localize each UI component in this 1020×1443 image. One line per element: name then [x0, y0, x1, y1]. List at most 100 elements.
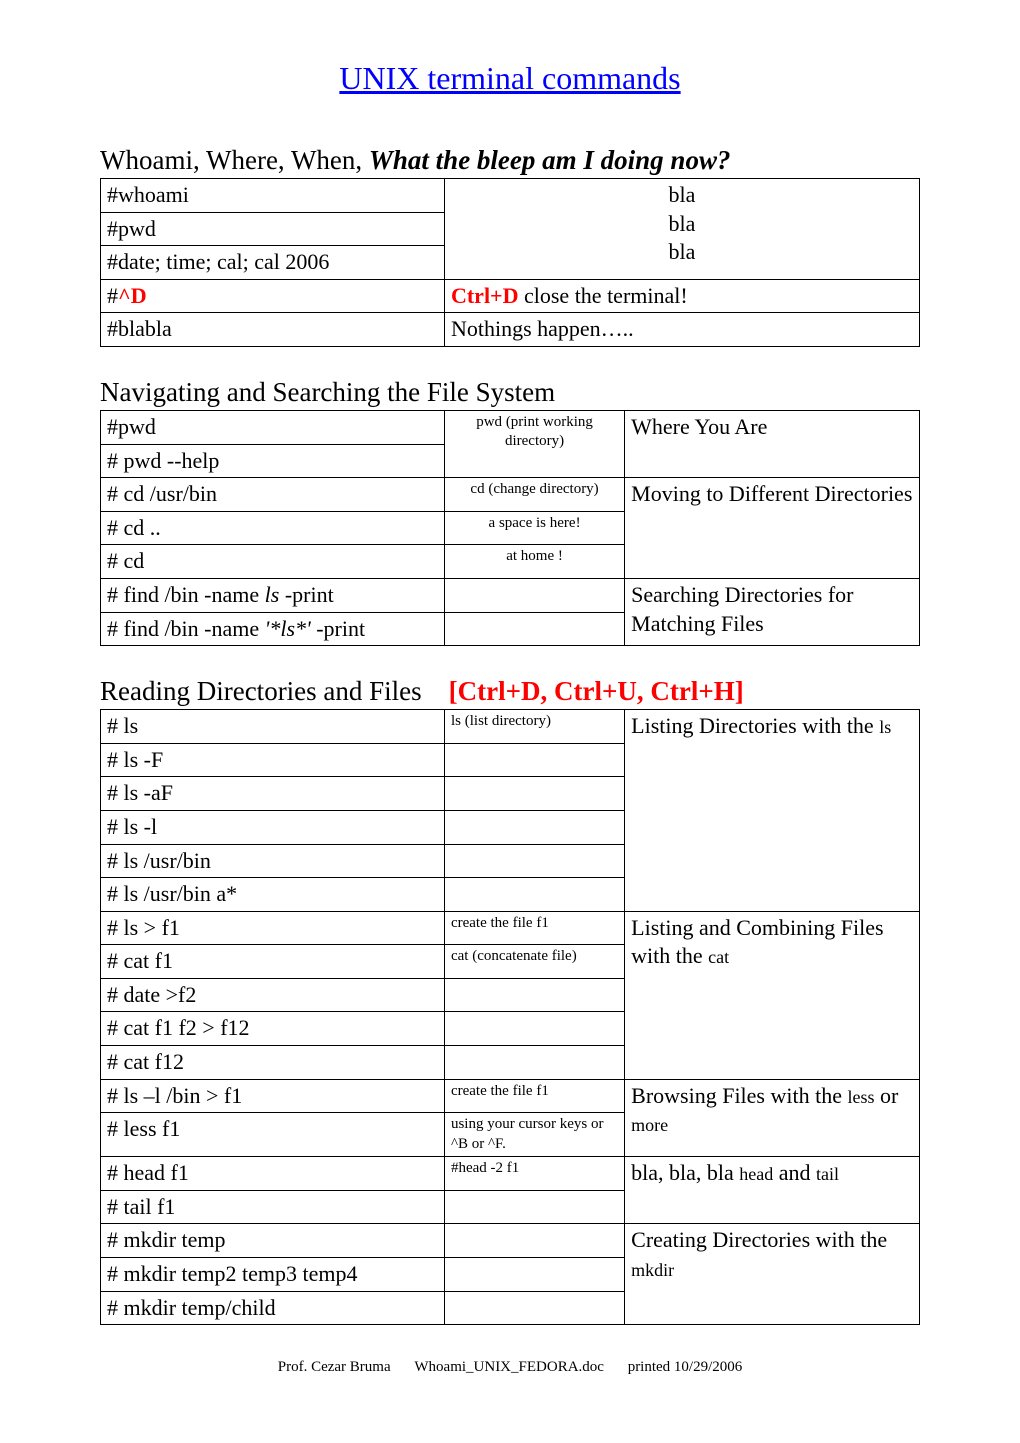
note-cd-mono: cd	[470, 481, 484, 497]
desc-mkdir: Creating Directories with the mkdir	[625, 1224, 920, 1325]
table-read: # ls ls (list directory) Listing Directo…	[100, 709, 920, 1325]
note-cat-mono: cat	[451, 948, 468, 964]
footer-author: Prof. Cezar Bruma	[278, 1359, 391, 1375]
ctrld-desc-rest: close the terminal!	[518, 283, 687, 308]
note-find2	[444, 612, 624, 646]
cmd-lsusr: # ls /usr/bin	[101, 844, 445, 878]
desc-ctrld: Ctrl+D close the terminal!	[444, 279, 919, 313]
cmd-find2: # find /bin -name '*ls*' -print	[101, 612, 445, 646]
table-whoami: #whoami #pwd #date; time; cal; cal 2006 …	[100, 178, 920, 347]
cmd-mkdir2: # mkdir temp2 temp3 temp4	[101, 1258, 445, 1292]
note-cursor: using your cursor keys or ^B or ^F.	[444, 1113, 624, 1157]
ht-d: tail	[816, 1164, 839, 1184]
cmd-tailf1: # tail f1	[101, 1190, 445, 1224]
desc-searching: Searching Directories for Matching Files	[625, 578, 920, 645]
section2-heading: Navigating and Searching the File System	[100, 377, 920, 408]
desc-headtail: bla, bla, bla head and tail	[625, 1157, 920, 1224]
note-mkdir3	[444, 1291, 624, 1325]
cmd-catf1: # cat f1	[101, 945, 445, 979]
table-nav: #pwd pwd (print working directory) Where…	[100, 410, 920, 646]
page-title: UNIX terminal commands	[100, 60, 920, 97]
cmd-ctrld: #^D	[101, 279, 445, 313]
cmd-lslbin: # ls –l /bin > f1	[101, 1079, 445, 1113]
note-catf12	[444, 1046, 624, 1080]
desc-moving: Moving to Different Directories	[625, 478, 920, 579]
desc-where: Where You Are	[625, 410, 920, 477]
note-pwd-mono: pwd	[476, 414, 502, 430]
note-cat-rest: (concatenate file)	[468, 948, 576, 964]
cmd-catf12: # cat f12	[101, 1046, 445, 1080]
desc-combine: Listing and Combining Files with the cat	[625, 911, 920, 1079]
cmd-lsl: # ls -l	[101, 810, 445, 844]
note-lsF	[444, 743, 624, 777]
section3-heading-extra: [Ctrl+D, Ctrl+U, Ctrl+H]	[449, 676, 744, 706]
listing-a: Listing Directories with the	[631, 713, 879, 738]
note-createf1: create the file f1	[444, 911, 624, 945]
section1-heading-em: What the bleep am I doing now?	[369, 145, 731, 175]
footer-file: Whoami_UNIX_FEDORA.doc	[414, 1359, 604, 1375]
note-pwd: pwd (print working directory)	[444, 410, 624, 477]
page-footer: Prof. Cezar Bruma Whoami_UNIX_FEDORA.doc…	[100, 1359, 920, 1376]
browse-a: Browsing Files with the	[631, 1083, 847, 1108]
cmd-mkdir1: # mkdir temp	[101, 1224, 445, 1258]
note-cat: cat (concatenate file)	[444, 945, 624, 979]
cmd-pwd2: #pwd	[101, 410, 445, 444]
find2-b: '*ls*'	[265, 616, 311, 641]
cmd-cdusr: # cd /usr/bin	[101, 478, 445, 512]
cmd-lsf1: # ls > f1	[101, 911, 445, 945]
note-datef2	[444, 978, 624, 1012]
note-ls-mono: ls	[451, 713, 461, 729]
desc-nothings: Nothings happen…..	[444, 313, 919, 347]
cmd-cddots: # cd ..	[101, 511, 445, 545]
ctrld-hash: #	[107, 283, 118, 308]
note-athome: at home !	[444, 545, 624, 579]
note-createf1b: create the file f1	[444, 1079, 624, 1113]
combine-b: cat	[708, 947, 729, 967]
note-lsusra	[444, 878, 624, 912]
cmd-date: #date; time; cal; cal 2006	[101, 246, 444, 279]
listing-b: ls	[879, 717, 891, 737]
note-lsl	[444, 810, 624, 844]
find1-b: ls	[265, 582, 280, 607]
footer-printed: printed 10/29/2006	[628, 1359, 743, 1375]
cmd-pwd: #pwd	[101, 213, 444, 247]
section1-heading: Whoami, Where, When, What the bleep am I…	[100, 145, 920, 176]
note-cd-rest: (change directory)	[485, 481, 599, 497]
cmd-catf1f2: # cat f1 f2 > f12	[101, 1012, 445, 1046]
cmd-blabla: #blabla	[101, 313, 445, 347]
ht-a: bla, bla, bla	[631, 1160, 739, 1185]
cmd-datef2: # date >f2	[101, 978, 445, 1012]
ctrld-key: ^D	[118, 283, 147, 308]
combine-a: Listing and Combining Files with the	[631, 915, 883, 969]
note-mkdir2	[444, 1258, 624, 1292]
browse-more: more	[631, 1115, 668, 1135]
out-bla1: bla	[451, 181, 913, 210]
mkdesc-a: Creating Directories with the	[631, 1227, 887, 1252]
cmd-find1: # find /bin -name ls -print	[101, 578, 445, 612]
find1-a: # find /bin -name	[107, 582, 265, 607]
note-ls: ls (list directory)	[444, 710, 624, 744]
cmd-ls: # ls	[101, 710, 445, 744]
note-tail	[444, 1190, 624, 1224]
ht-b: head	[739, 1164, 773, 1184]
desc-browse: Browsing Files with the less or more	[625, 1079, 920, 1157]
section3-heading-plain: Reading Directories and Files	[100, 676, 422, 706]
desc-listing: Listing Directories with the ls	[625, 710, 920, 912]
note-cd: cd (change directory)	[444, 478, 624, 512]
cmd-cd: # cd	[101, 545, 445, 579]
note-lsaF	[444, 777, 624, 811]
cmd-lsaF: # ls -aF	[101, 777, 445, 811]
note-ls-rest: (list directory)	[461, 713, 551, 729]
note-head: #head -2 f1	[444, 1157, 624, 1191]
cmd-whoami: #whoami	[101, 179, 444, 213]
section1-heading-plain: Whoami, Where, When,	[100, 145, 369, 175]
cmd-lessf1: # less f1	[101, 1113, 445, 1157]
cmd-pwdhelp: # pwd --help	[101, 444, 445, 478]
out-bla3: bla	[451, 238, 913, 267]
note-find1	[444, 578, 624, 612]
find2-c: -print	[311, 616, 365, 641]
mkdesc-b: mkdir	[631, 1260, 674, 1280]
note-catf1f2	[444, 1012, 624, 1046]
ctrld-desc-key: Ctrl+D	[451, 283, 519, 308]
find1-c: -print	[279, 582, 333, 607]
